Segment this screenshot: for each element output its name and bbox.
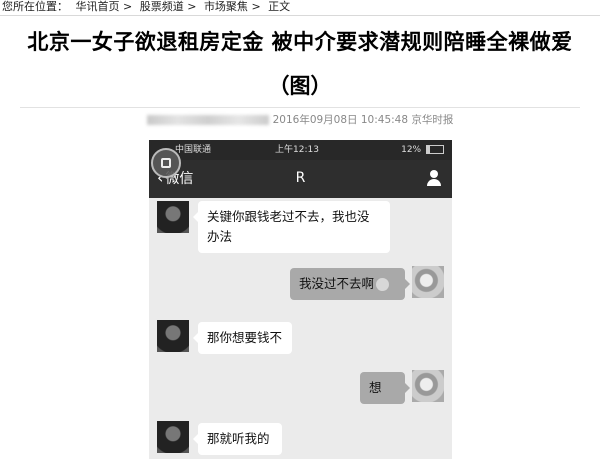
- chat-nav-bar: ‹ 微信 R: [149, 160, 452, 198]
- breadcrumb: 您所在位置： 华讯首页 > 股票频道 > 市场聚焦 > 正文: [2, 0, 294, 16]
- breadcrumb-link-home[interactable]: 华讯首页: [76, 0, 120, 13]
- message-bubble-outgoing: 想: [360, 372, 410, 404]
- article-title-suffix: （图）: [268, 74, 332, 98]
- phone-status-bar: 中国联通 上午12:13 12%: [149, 140, 452, 160]
- article-datetime: 2016年09月08日 10:45:48: [272, 114, 409, 126]
- message-bubble-incoming: 那就听我的: [193, 423, 282, 455]
- article-meta: 2016年09月08日 10:45:48 京华时报: [0, 112, 600, 127]
- contact-avatar: [157, 320, 189, 352]
- contact-profile-icon: [426, 169, 442, 187]
- message-bubble-outgoing: 我没过不去啊: [290, 268, 410, 300]
- message-bubble-incoming: 那你想要钱不: [193, 322, 292, 354]
- message-bubble-incoming: 关键你跟钱老过不去，我也没 办法: [193, 201, 390, 253]
- message-text: 那就听我的: [207, 431, 270, 446]
- contact-avatar: [157, 421, 189, 453]
- breadcrumb-separator: >: [187, 0, 197, 13]
- breadcrumb-current: 正文: [268, 0, 291, 13]
- message-text: 我没过不去啊: [299, 276, 375, 291]
- breadcrumb-separator: >: [123, 0, 133, 13]
- breadcrumb-link-stocks[interactable]: 股票频道: [140, 0, 184, 13]
- contact-avatar: [157, 201, 189, 233]
- battery-percent: 12%: [401, 145, 422, 155]
- battery-indicator: 12%: [401, 140, 444, 160]
- floating-assist-icon: [151, 148, 181, 178]
- breadcrumb-divider: [0, 15, 600, 16]
- breadcrumb-prefix: 您所在位置：: [2, 0, 68, 13]
- article-title: 北京一女子欲退租房定金 被中介要求潜规则陪睡全裸做爱: [27, 30, 573, 54]
- battery-icon: [426, 145, 444, 154]
- message-text: 关键你跟钱老过不去，我也没: [207, 209, 370, 224]
- chat-screenshot-image: 中国联通 上午12:13 12% ‹ 微信 R 关键你跟钱老过不去，我也没 办法 …: [149, 140, 452, 459]
- self-avatar: [412, 266, 444, 298]
- chat-title: R: [295, 170, 306, 186]
- status-time: 上午12:13: [275, 145, 319, 155]
- breadcrumb-separator: >: [251, 0, 261, 13]
- title-divider: [20, 107, 580, 108]
- emoji-icon: [376, 278, 390, 291]
- breadcrumb-link-market[interactable]: 市场聚焦: [204, 0, 248, 13]
- article-source: 京华时报: [411, 114, 454, 126]
- carrier-label: 中国联通: [175, 145, 212, 155]
- message-text: 办法: [207, 229, 233, 244]
- self-avatar: [412, 370, 444, 402]
- blurred-source-link: [146, 115, 269, 125]
- message-text: 那你想要钱不: [207, 330, 283, 345]
- message-text: 想: [369, 380, 382, 395]
